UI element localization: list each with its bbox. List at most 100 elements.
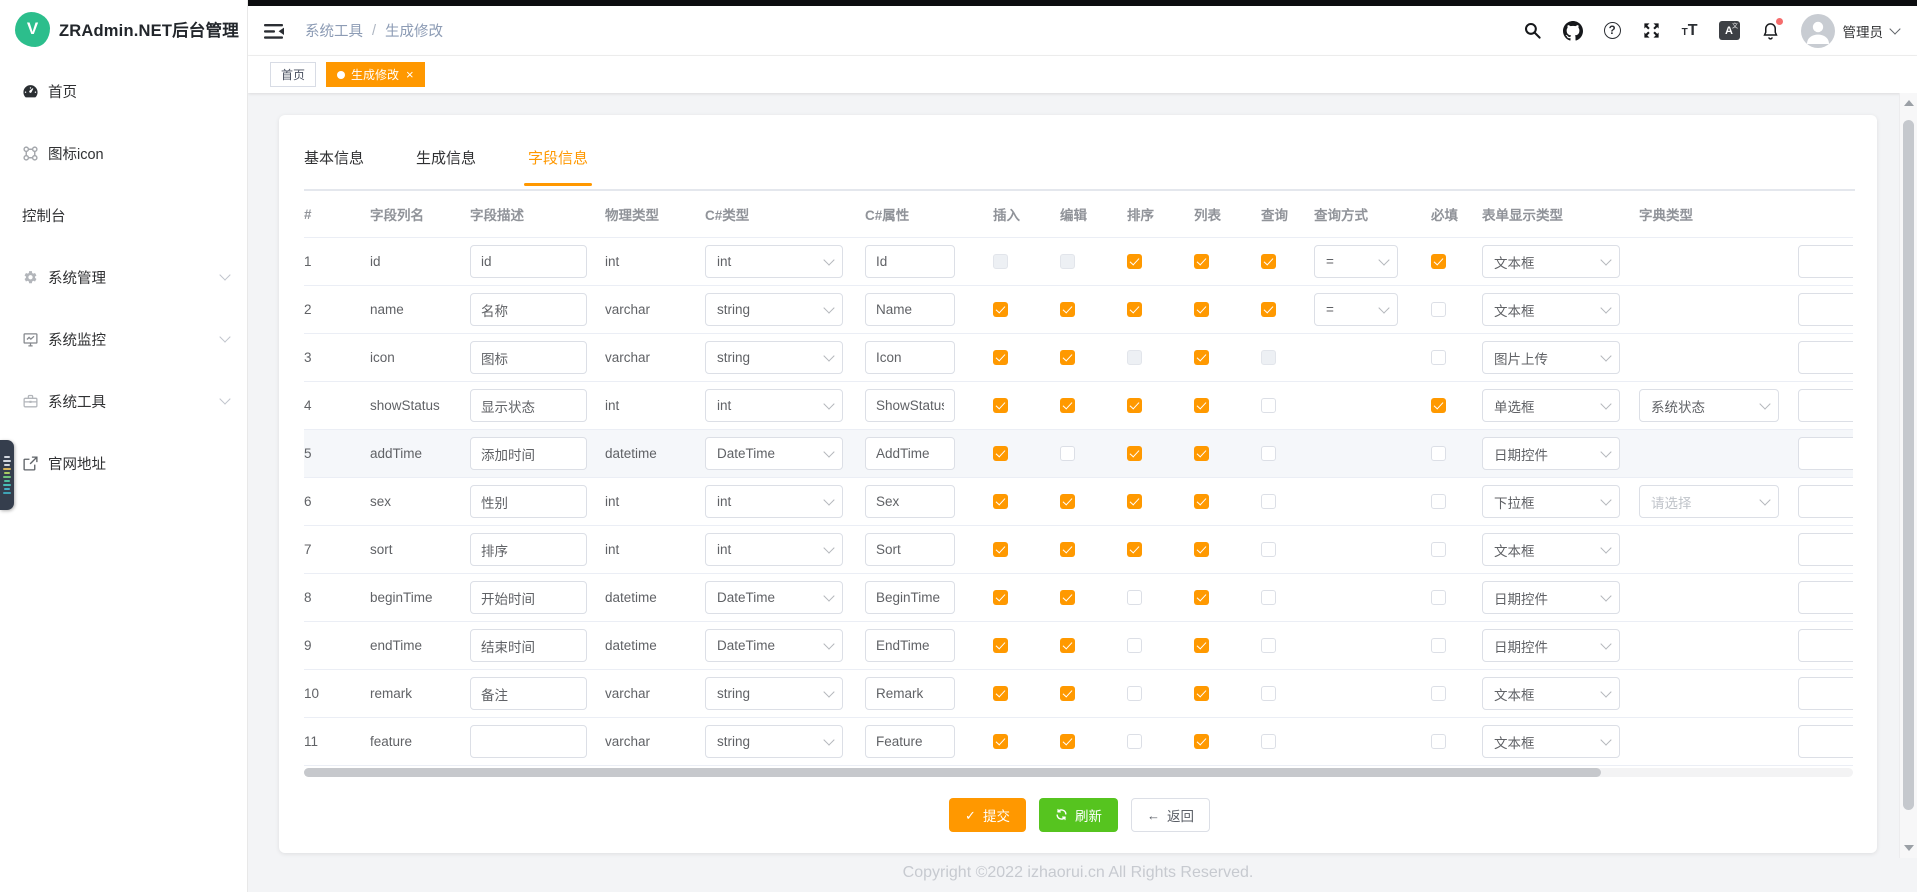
csharp-type-select[interactable]: int <box>705 389 843 422</box>
insert-checkbox[interactable] <box>993 254 1008 269</box>
required-checkbox[interactable] <box>1431 494 1446 509</box>
list-checkbox[interactable] <box>1194 446 1209 461</box>
help-icon[interactable]: ? <box>1604 22 1621 39</box>
display-type-select[interactable]: 文本框 <box>1482 677 1620 710</box>
required-checkbox[interactable] <box>1431 398 1446 413</box>
required-checkbox[interactable] <box>1431 302 1446 317</box>
tab-field-info[interactable]: 字段信息 <box>528 147 588 184</box>
edit-checkbox[interactable] <box>1060 590 1075 605</box>
csharp-property-input[interactable] <box>865 293 955 326</box>
csharp-property-input[interactable] <box>865 581 955 614</box>
query-checkbox[interactable] <box>1261 542 1276 557</box>
csharp-type-select[interactable]: int <box>705 485 843 518</box>
query-checkbox[interactable] <box>1261 398 1276 413</box>
description-input[interactable] <box>470 581 587 614</box>
csharp-type-select[interactable]: string <box>705 677 843 710</box>
vertical-scrollbar-thumb[interactable] <box>1903 120 1914 810</box>
horizontal-scrollbar-thumb[interactable] <box>304 768 1601 777</box>
display-type-select[interactable]: 单选框 <box>1482 389 1620 422</box>
list-checkbox[interactable] <box>1194 254 1209 269</box>
sort-checkbox[interactable] <box>1127 494 1142 509</box>
list-checkbox[interactable] <box>1194 542 1209 557</box>
csharp-type-select[interactable]: string <box>705 293 843 326</box>
query-mode-select[interactable]: = <box>1314 293 1398 326</box>
breadcrumb-parent[interactable]: 系统工具 <box>305 20 363 41</box>
description-input[interactable] <box>470 629 587 662</box>
edit-checkbox[interactable] <box>1060 494 1075 509</box>
required-checkbox[interactable] <box>1431 638 1446 653</box>
edit-checkbox[interactable] <box>1060 638 1075 653</box>
fullscreen-icon[interactable] <box>1642 21 1661 40</box>
display-type-select[interactable]: 下拉框 <box>1482 485 1620 518</box>
required-checkbox[interactable] <box>1431 734 1446 749</box>
sort-checkbox[interactable] <box>1127 398 1142 413</box>
display-type-select[interactable]: 图片上传 <box>1482 341 1620 374</box>
sort-checkbox[interactable] <box>1127 350 1142 365</box>
csharp-property-input[interactable] <box>865 725 955 758</box>
query-checkbox[interactable] <box>1261 494 1276 509</box>
list-checkbox[interactable] <box>1194 638 1209 653</box>
csharp-property-input[interactable] <box>865 485 955 518</box>
dict-type-select[interactable]: 请选择 <box>1639 485 1779 518</box>
list-checkbox[interactable] <box>1194 302 1209 317</box>
extra-input[interactable] <box>1798 725 1853 758</box>
sort-checkbox[interactable] <box>1127 686 1142 701</box>
sort-checkbox[interactable] <box>1127 254 1142 269</box>
insert-checkbox[interactable] <box>993 542 1008 557</box>
query-checkbox[interactable] <box>1261 590 1276 605</box>
query-checkbox[interactable] <box>1261 302 1276 317</box>
query-checkbox[interactable] <box>1261 686 1276 701</box>
description-input[interactable] <box>470 293 587 326</box>
theme-drawer-handle[interactable] <box>0 440 14 510</box>
insert-checkbox[interactable] <box>993 734 1008 749</box>
tab-generate-info[interactable]: 生成信息 <box>416 147 476 184</box>
required-checkbox[interactable] <box>1431 542 1446 557</box>
csharp-property-input[interactable] <box>865 389 955 422</box>
description-input[interactable] <box>470 341 587 374</box>
translate-icon[interactable]: A文 <box>1719 21 1740 40</box>
display-type-select[interactable]: 文本框 <box>1482 725 1620 758</box>
sort-checkbox[interactable] <box>1127 638 1142 653</box>
query-checkbox[interactable] <box>1261 350 1276 365</box>
edit-checkbox[interactable] <box>1060 542 1075 557</box>
insert-checkbox[interactable] <box>993 398 1008 413</box>
csharp-property-input[interactable] <box>865 245 955 278</box>
query-checkbox[interactable] <box>1261 446 1276 461</box>
extra-input[interactable] <box>1798 581 1853 614</box>
description-input[interactable] <box>470 533 587 566</box>
sidebar-item-system-monitor[interactable]: 系统监控 <box>0 308 247 370</box>
dict-type-select[interactable]: 系统状态 <box>1639 389 1779 422</box>
csharp-property-input[interactable] <box>865 437 955 470</box>
back-button[interactable]: ← 返回 <box>1131 798 1210 832</box>
list-checkbox[interactable] <box>1194 398 1209 413</box>
extra-input[interactable] <box>1798 437 1853 470</box>
edit-checkbox[interactable] <box>1060 686 1075 701</box>
edit-checkbox[interactable] <box>1060 302 1075 317</box>
sidebar-item-system-tools[interactable]: 系统工具 <box>0 370 247 432</box>
required-checkbox[interactable] <box>1431 350 1446 365</box>
tag-generate-edit[interactable]: 生成修改 × <box>326 62 425 87</box>
required-checkbox[interactable] <box>1431 446 1446 461</box>
display-type-select[interactable]: 日期控件 <box>1482 629 1620 662</box>
required-checkbox[interactable] <box>1431 254 1446 269</box>
list-checkbox[interactable] <box>1194 590 1209 605</box>
csharp-type-select[interactable]: DateTime <box>705 581 843 614</box>
display-type-select[interactable]: 文本框 <box>1482 293 1620 326</box>
sidebar-collapse-icon[interactable] <box>264 23 285 40</box>
search-icon[interactable] <box>1523 21 1542 40</box>
description-input[interactable] <box>470 389 587 422</box>
required-checkbox[interactable] <box>1431 686 1446 701</box>
sort-checkbox[interactable] <box>1127 446 1142 461</box>
csharp-type-select[interactable]: int <box>705 533 843 566</box>
insert-checkbox[interactable] <box>993 686 1008 701</box>
query-checkbox[interactable] <box>1261 254 1276 269</box>
edit-checkbox[interactable] <box>1060 398 1075 413</box>
csharp-property-input[interactable] <box>865 677 955 710</box>
bell-icon[interactable] <box>1761 21 1780 41</box>
close-icon[interactable]: × <box>406 68 414 81</box>
extra-input[interactable] <box>1798 677 1853 710</box>
submit-button[interactable]: ✓ 提交 <box>949 798 1026 832</box>
description-input[interactable] <box>470 437 587 470</box>
font-size-icon[interactable]: TT <box>1682 22 1698 40</box>
query-checkbox[interactable] <box>1261 638 1276 653</box>
